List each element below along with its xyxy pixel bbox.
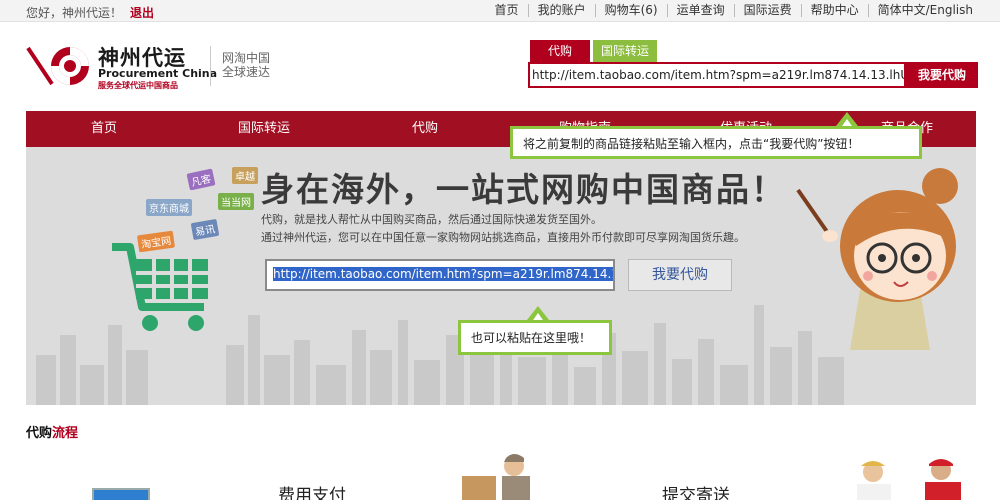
top-link-language[interactable]: 简体中文/English [867,4,982,17]
banner-description: 代购，就是找人帮忙从中国购买商品，然后通过国际快递发货至国外。 通过神州代运，您… [261,211,745,247]
callout-bottom: 也可以粘贴在这里哦！ [458,320,612,355]
monitor-icon [92,488,150,500]
logo-divider [210,46,211,86]
banner-url-selected-text: http://item.taobao.com/item.htm?spm=a219… [273,267,613,281]
shop-tag-jd: 京东商城 [146,199,192,216]
banner-description-line-2: 通过神州代运，您可以在中国任意一家购物网站挑选商品，直接用外币付款即可尽享网淘国… [261,231,745,244]
step-payment: 费用支付 [278,486,346,500]
search-daigou-button[interactable]: 我要代购 [906,62,978,88]
delivery-people-illustration [857,459,961,500]
shopping-cart-icon [112,243,208,331]
logo-icon[interactable] [26,44,94,88]
tab-daigou[interactable]: 代购 [530,40,590,62]
top-links: 首页 我的账户 购物车(6) 运单查询 国际运费 帮助中心 简体中文/Engli… [486,4,982,17]
logout-link[interactable]: 退出 [130,6,154,20]
banner-url-input[interactable]: http://item.taobao.com/item.htm?spm=a219… [265,259,615,291]
top-link-track[interactable]: 运单查询 [666,4,734,17]
process-title: 代购流程 [26,422,78,441]
slogan-line-1: 网淘中国 [222,51,271,65]
banner-description-line-1: 代购，就是找人帮忙从中国购买商品，然后通过国际快递发货至国外。 [261,213,602,226]
greeting: 您好，神州代运！ 退出 [26,4,154,21]
top-link-shipping-fee[interactable]: 国际运费 [733,4,801,17]
process-title-a: 代购 [26,426,53,441]
step-submit-shipping: 提交寄送 [662,486,730,500]
top-link-cart[interactable]: 购物车(6) [594,4,667,17]
top-link-account[interactable]: 我的账户 [527,4,595,17]
banner-daigou-button[interactable]: 我要代购 [628,259,732,291]
banner-headline: 身在海外，一站式网购中国商品！ [261,170,786,209]
top-link-home[interactable]: 首页 [486,4,528,17]
shop-tag-amazon: 卓越 [232,167,258,184]
top-bar: 您好，神州代运！ 退出 首页 我的账户 购物车(6) 运单查询 国际运费 帮助中心… [0,0,1000,22]
greeting-text: 您好，神州代运！ [26,6,123,20]
cartoon-girl-illustration [796,168,958,350]
courier-with-box-illustration [462,454,530,500]
shop-tag-vancl: 凡客 [186,168,216,191]
nav-item-home[interactable]: 首页 [91,111,117,147]
process-title-b: 流程 [52,426,79,441]
slogan: 网淘中国 全球速达 [222,51,270,79]
shop-tag-dangdang: 当当网 [218,193,254,210]
search-input[interactable]: http://item.taobao.com/item.htm?spm=a219… [528,62,906,88]
logo-name-en: Procurement China [98,67,218,80]
nav-item-daigou[interactable]: 代购 [412,111,438,147]
logo-tagline: 服务全球代运中国商品 [98,81,178,90]
tab-forwarding[interactable]: 国际转运 [593,40,657,62]
callout-top: 将之前复制的商品链接粘贴至输入框内，点击“我要代购”按钮！ [510,126,922,159]
nav-item-forwarding[interactable]: 国际转运 [238,111,290,147]
slogan-line-2: 全球速达 [222,65,271,79]
top-link-help[interactable]: 帮助中心 [800,4,868,17]
